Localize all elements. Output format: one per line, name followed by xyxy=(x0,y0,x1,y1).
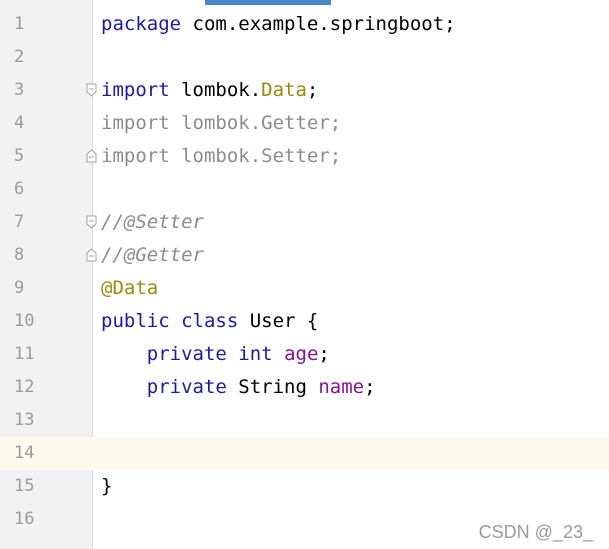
code-line-6[interactable]: 6 xyxy=(0,173,609,206)
keyword: private xyxy=(146,376,227,398)
code-editor[interactable]: 1 package com.example.springboot; 2 3 im… xyxy=(0,0,609,549)
code-line-13[interactable]: 13 xyxy=(0,404,609,437)
line-number: 7 xyxy=(14,212,25,232)
field-name: name xyxy=(318,376,365,398)
line-number: 8 xyxy=(14,245,25,265)
line-number: 6 xyxy=(14,179,25,199)
code-text: public class User { xyxy=(101,305,318,338)
fold-open-icon[interactable] xyxy=(86,215,97,229)
line-number: 3 xyxy=(14,80,25,100)
code-text: private int age; xyxy=(101,338,330,371)
line-number: 12 xyxy=(14,377,35,397)
semicolon: ; xyxy=(306,79,319,101)
field-name: age xyxy=(284,343,319,365)
line-number: 2 xyxy=(14,47,25,67)
keyword: public class xyxy=(101,310,239,332)
line-number: 4 xyxy=(14,113,25,133)
code-line-12[interactable]: 12 private String name; xyxy=(0,371,609,404)
fold-end-icon[interactable] xyxy=(86,248,97,262)
code-text: private String name; xyxy=(101,371,376,404)
line-comment: //@Getter xyxy=(101,244,204,266)
watermark: CSDN @_23_ xyxy=(478,522,593,542)
keyword: private xyxy=(146,343,227,365)
line-comment: //@Setter xyxy=(101,211,204,233)
keyword: package xyxy=(101,13,182,35)
code-line-3[interactable]: 3 import lombok.Data; xyxy=(0,74,609,107)
line-number: 5 xyxy=(14,146,25,166)
import-class: Data xyxy=(261,79,307,101)
semicolon: ; xyxy=(318,343,330,365)
class-declaration: User { xyxy=(238,310,319,332)
code-line-11[interactable]: 11 private int age; xyxy=(0,338,609,371)
line-number: 10 xyxy=(14,311,35,331)
fold-open-icon[interactable] xyxy=(86,83,97,97)
fold-end-icon[interactable] xyxy=(86,149,97,163)
code-line-15[interactable]: 15 } xyxy=(0,470,609,503)
annotation: @Data xyxy=(101,277,159,299)
keyword: import xyxy=(101,79,170,101)
import-package: lombok. xyxy=(169,79,262,101)
line-number: 16 xyxy=(14,509,35,529)
line-number: 14 xyxy=(0,437,92,470)
line-number: 15 xyxy=(14,476,35,496)
code-line-4[interactable]: 4 import lombok.Getter; xyxy=(0,107,609,140)
unused-import: import lombok.Setter; xyxy=(101,145,342,167)
line-number: 1 xyxy=(14,14,25,34)
code-line-10[interactable]: 10 public class User { xyxy=(0,305,609,338)
keyword: int xyxy=(238,343,273,365)
package-name: com.example.springboot; xyxy=(181,13,456,35)
code-line-8[interactable]: 8 //@Getter xyxy=(0,239,609,272)
code-text: import lombok.Data; xyxy=(101,74,318,107)
tab-scroll-indicator xyxy=(205,0,331,5)
code-line-7[interactable]: 7 //@Setter xyxy=(0,206,609,239)
line-number: 13 xyxy=(14,410,35,430)
line-number: 11 xyxy=(14,344,35,364)
type-name: String xyxy=(226,376,319,398)
code-line-2[interactable]: 2 xyxy=(0,41,609,74)
closing-brace: } xyxy=(101,475,113,497)
code-line-9[interactable]: 9 @Data xyxy=(0,272,609,305)
code-line-5[interactable]: 5 import lombok.Setter; xyxy=(0,140,609,173)
code-line-14-current[interactable]: 14 xyxy=(0,437,609,470)
unused-import: import lombok.Getter; xyxy=(101,112,342,134)
line-number: 9 xyxy=(14,278,25,298)
code-text: package com.example.springboot; xyxy=(101,8,456,41)
semicolon: ; xyxy=(364,376,376,398)
code-line-1[interactable]: 1 package com.example.springboot; xyxy=(0,8,609,41)
